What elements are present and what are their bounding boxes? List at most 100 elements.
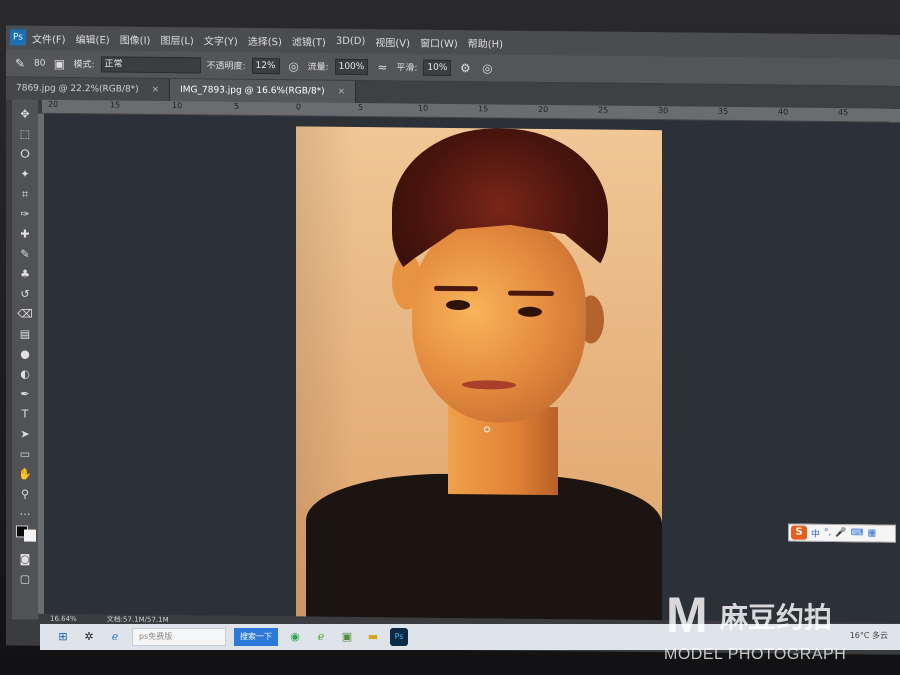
ruler-tick: 30 <box>658 106 669 116</box>
mode-label: 模式: <box>73 60 95 71</box>
tab-label: 7869.jpg @ 22.2%(RGB/8*) <box>16 83 139 95</box>
menu-edit[interactable]: 编辑(E) <box>76 31 110 46</box>
brush-tool-icon[interactable]: ✎ <box>16 245 34 262</box>
color-swatches[interactable] <box>16 525 36 547</box>
grid-menu-icon[interactable]: ▦ <box>868 528 877 538</box>
close-icon[interactable]: × <box>338 87 346 97</box>
brush-panel-icon[interactable]: ▣ <box>51 55 67 71</box>
crop-tool-icon[interactable]: ⌗ <box>16 185 34 202</box>
photo-eye-left <box>446 299 470 311</box>
opacity-field[interactable]: 12% <box>251 57 280 74</box>
ruler-tick: 20 <box>538 104 549 114</box>
menu-window[interactable]: 窗口(W) <box>420 34 458 49</box>
photoshop-taskbar-icon[interactable]: Ps <box>390 628 408 646</box>
airbrush-icon[interactable]: ≈ <box>374 59 390 75</box>
canvas-workspace[interactable] <box>44 113 900 623</box>
menu-view[interactable]: 视图(V) <box>375 34 410 49</box>
smooth-label: 平滑: <box>396 63 418 74</box>
file-explorer-icon[interactable]: ▬ <box>364 628 382 646</box>
tools-panel: ✥ ⬚ ⵔ ✦ ⌗ ✑ ✚ ✎ ♣ ↺ ⌫ ▤ ● ◐ ✒ T ➤ ▭ ✋ ⚲ … <box>12 99 38 620</box>
portrait-photo[interactable] <box>296 126 662 623</box>
quick-select-tool-icon[interactable]: ✦ <box>16 165 34 182</box>
ruler-tick: 15 <box>110 100 121 110</box>
ruler-tick: 40 <box>778 107 789 117</box>
background-color-swatch[interactable] <box>24 529 36 542</box>
screen-mode-icon[interactable]: ▢ <box>16 570 34 587</box>
dodge-tool-icon[interactable]: ◐ <box>16 365 34 382</box>
taskbar-search-button[interactable]: 搜索一下 <box>234 628 278 646</box>
monitor-frame: Ps 文件(F) 编辑(E) 图像(I) 图层(L) 文字(Y) 选择(S) 滤… <box>0 0 900 675</box>
ruler-tick: 45 <box>838 108 849 118</box>
move-tool-icon[interactable]: ✥ <box>16 105 34 122</box>
ruler-tick: 25 <box>598 105 609 115</box>
eyedropper-tool-icon[interactable]: ✑ <box>16 205 34 222</box>
ruler-tick: 5 <box>358 103 364 113</box>
marquee-tool-icon[interactable]: ⬚ <box>16 125 34 142</box>
photo-brow-left <box>434 285 478 292</box>
flow-field[interactable]: 100% <box>334 58 369 75</box>
browser-360-icon[interactable]: ◉ <box>286 628 304 646</box>
pressure-size-icon[interactable]: ◎ <box>479 60 495 76</box>
brush-cursor-icon <box>484 426 490 433</box>
menu-layer[interactable]: 图层(L) <box>160 31 193 46</box>
ime-toolbar[interactable]: S 中 °, 🎤 ⌨ ▦ <box>788 523 896 543</box>
gear-icon[interactable]: ⚙ <box>457 60 473 76</box>
pressure-opacity-icon[interactable]: ◎ <box>286 58 302 74</box>
ie-browser-icon[interactable]: ℯ <box>312 628 330 646</box>
watermark-chinese: 麻豆约拍 <box>720 601 833 634</box>
lasso-tool-icon[interactable]: ⵔ <box>16 145 34 162</box>
zoom-level[interactable]: 16.64% <box>50 614 77 624</box>
microphone-icon[interactable]: 🎤 <box>835 528 846 538</box>
hand-tool-icon[interactable]: ✋ <box>16 465 34 482</box>
zoom-tool-icon[interactable]: ⚲ <box>16 485 34 502</box>
tab-label: IMG_7893.jpg @ 16.6%(RGB/8*) <box>180 85 325 97</box>
watermark-m: M <box>666 587 708 643</box>
photo-brow-right <box>508 290 554 297</box>
eraser-tool-icon[interactable]: ⌫ <box>16 305 34 322</box>
path-select-tool-icon[interactable]: ➤ <box>16 425 34 442</box>
menu-image[interactable]: 图像(I) <box>120 31 151 46</box>
smooth-field[interactable]: 10% <box>423 59 452 76</box>
healing-brush-tool-icon[interactable]: ✚ <box>16 225 34 242</box>
menu-filter[interactable]: 滤镜(T) <box>292 33 326 48</box>
taskbar-search-input[interactable]: ps免费版 <box>132 628 226 646</box>
punctuation-icon[interactable]: °, <box>824 528 831 538</box>
brush-size-value[interactable]: 80 <box>34 58 45 68</box>
windows-start-icon[interactable]: ⊞ <box>54 628 72 646</box>
photo-eye-right <box>518 306 542 317</box>
photo-face <box>412 219 586 424</box>
blur-tool-icon[interactable]: ● <box>16 345 34 362</box>
edge-browser-icon[interactable]: ℯ <box>106 628 124 646</box>
ruler-tick: 20 <box>48 99 59 109</box>
ruler-tick: 10 <box>418 103 429 113</box>
keyboard-icon[interactable]: ⌨ <box>851 528 864 538</box>
clone-stamp-tool-icon[interactable]: ♣ <box>16 265 34 282</box>
more-tools-icon[interactable]: ⋯ <box>16 505 34 522</box>
history-brush-tool-icon[interactable]: ↺ <box>16 285 34 302</box>
photo-shirt <box>306 472 662 623</box>
menu-file[interactable]: 文件(F) <box>32 30 66 45</box>
menu-3d[interactable]: 3D(D) <box>336 35 366 46</box>
watermark-english: MODEL PHOTOGRAPH <box>664 646 847 663</box>
brush-tool-icon[interactable]: ✎ <box>12 55 28 71</box>
quick-mask-icon[interactable]: ◙ <box>16 550 34 567</box>
watermark-logo: M 麻豆约拍 MODEL PHOTOGRAPH <box>664 586 894 672</box>
menu-type[interactable]: 文字(Y) <box>204 32 238 47</box>
gradient-tool-icon[interactable]: ▤ <box>16 325 34 342</box>
tab-img-7893[interactable]: IMG_7893.jpg @ 16.6%(RGB/8*) × <box>170 79 357 103</box>
photoshop-logo-icon[interactable]: Ps <box>10 29 26 46</box>
ime-mode-label[interactable]: 中 <box>811 526 820 539</box>
mode-select[interactable]: 正常 <box>100 55 201 73</box>
sogou-logo-icon[interactable]: S <box>791 525 807 540</box>
menu-select[interactable]: 选择(S) <box>248 32 282 47</box>
close-icon[interactable]: × <box>152 85 160 95</box>
app-window-icon[interactable]: ▣ <box>338 628 356 646</box>
app-launcher-icon[interactable]: ✲ <box>80 628 98 646</box>
ruler-tick: 35 <box>718 106 729 116</box>
opacity-label: 不透明度: <box>206 61 246 72</box>
tab-img-7869[interactable]: 7869.jpg @ 22.2%(RGB/8*) × <box>6 77 171 102</box>
menu-help[interactable]: 帮助(H) <box>468 35 503 50</box>
pen-tool-icon[interactable]: ✒ <box>16 385 34 402</box>
type-tool-icon[interactable]: T <box>16 405 34 422</box>
rectangle-tool-icon[interactable]: ▭ <box>16 445 34 462</box>
